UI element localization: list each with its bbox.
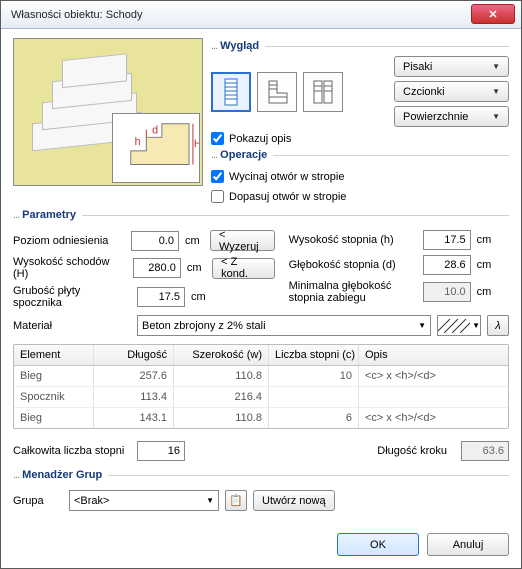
total-steps-input[interactable] bbox=[137, 441, 185, 461]
table-row[interactable]: Spocznik 113.4 216.4 bbox=[14, 387, 508, 408]
lambda-button[interactable]: λ bbox=[487, 315, 509, 336]
table-row[interactable]: Bieg 257.6 110.8 10 <c> x <h>/<d> bbox=[14, 366, 508, 387]
group-copy-button[interactable]: 📋 bbox=[225, 490, 247, 511]
landing-thickness-input[interactable] bbox=[137, 287, 185, 307]
group-combo[interactable]: <Brak>▼ bbox=[69, 490, 219, 511]
layout-straight-button[interactable] bbox=[211, 72, 251, 112]
section-group-manager: Menadżer Grup bbox=[22, 469, 102, 481]
material-label: Materiał bbox=[13, 320, 131, 332]
step-depth-label: Głębokość stopnia (d) bbox=[289, 259, 417, 271]
col-desc[interactable]: Opis bbox=[359, 345, 508, 365]
stairs-height-input[interactable] bbox=[133, 258, 181, 278]
chevron-down-icon: ▼ bbox=[492, 112, 500, 121]
winder-depth-input bbox=[423, 282, 471, 302]
chevron-down-icon: ▼ bbox=[492, 87, 500, 96]
col-length[interactable]: Długość bbox=[94, 345, 174, 365]
material-combo[interactable]: Beton zbrojony z 2% stali▼ bbox=[137, 315, 431, 336]
step-height-label: Wysokość stopnia (h) bbox=[289, 234, 417, 246]
section-operations: Operacje bbox=[220, 149, 267, 161]
landing-thickness-label: Grubość płyty spocznika bbox=[13, 285, 131, 309]
col-count[interactable]: Liczba stopni (c) bbox=[269, 345, 359, 365]
titlebar[interactable]: Własności obiektu: Schody ✕ bbox=[1, 1, 521, 29]
close-icon: ✕ bbox=[488, 8, 497, 21]
copy-icon: 📋 bbox=[229, 494, 243, 507]
group-label: Grupa bbox=[13, 495, 63, 507]
layout-l-button[interactable] bbox=[257, 72, 297, 112]
total-steps-label: Całkowita liczba stopni bbox=[13, 445, 131, 457]
fit-hole-check[interactable]: Dopasuj otwór w stropie bbox=[211, 190, 509, 203]
svg-text:h: h bbox=[135, 136, 141, 148]
dialog-content: H h d ...Wygląd bbox=[1, 29, 521, 568]
show-description-check[interactable]: Pokazuj opis bbox=[211, 132, 509, 145]
layout-u-button[interactable] bbox=[303, 72, 343, 112]
reset-button[interactable]: < Wyzeruj bbox=[210, 230, 275, 251]
cancel-button[interactable]: Anuluj bbox=[427, 533, 509, 556]
stride-length-label: Długość kroku bbox=[377, 445, 447, 457]
from-storey-button[interactable]: < Z kond. bbox=[212, 258, 275, 279]
step-depth-input[interactable] bbox=[423, 255, 471, 275]
surfaces-button[interactable]: Powierzchnie▼ bbox=[394, 106, 509, 127]
svg-text:H: H bbox=[194, 138, 199, 150]
reference-level-label: Poziom odniesienia bbox=[13, 235, 125, 247]
hatch-picker[interactable]: ▼ bbox=[437, 315, 481, 336]
chevron-down-icon: ▼ bbox=[472, 321, 480, 330]
stride-length-input bbox=[461, 441, 509, 461]
close-button[interactable]: ✕ bbox=[471, 4, 515, 24]
window-title: Własności obiektu: Schody bbox=[7, 9, 142, 21]
dialog-window: Własności obiektu: Schody ✕ bbox=[0, 0, 522, 569]
chevron-down-icon: ▼ bbox=[492, 62, 500, 71]
section-appearance: Wygląd bbox=[220, 40, 259, 52]
fonts-button[interactable]: Czcionki▼ bbox=[394, 81, 509, 102]
ok-button[interactable]: OK bbox=[337, 533, 419, 556]
table-row[interactable]: Bieg 143.1 110.8 6 <c> x <h>/<d> bbox=[14, 408, 508, 428]
chevron-down-icon: ▼ bbox=[206, 496, 214, 505]
section-parameters: Parametry bbox=[22, 209, 76, 221]
preview-detail-schema: H h d bbox=[112, 113, 200, 183]
stairs-height-label: Wysokość schodów (H) bbox=[13, 256, 127, 280]
cut-slab-check[interactable]: Wycinaj otwór w stropie bbox=[211, 170, 509, 183]
segments-table: Element Długość Szerokość (w) Liczba sto… bbox=[13, 344, 509, 429]
col-width[interactable]: Szerokość (w) bbox=[174, 345, 269, 365]
chevron-down-icon: ▼ bbox=[418, 321, 426, 330]
step-height-input[interactable] bbox=[423, 230, 471, 250]
group-new-button[interactable]: Utwórz nową bbox=[253, 490, 335, 511]
reference-level-input[interactable] bbox=[131, 231, 179, 251]
pens-button[interactable]: Pisaki▼ bbox=[394, 56, 509, 77]
col-element[interactable]: Element bbox=[14, 345, 94, 365]
preview-3d: H h d bbox=[13, 38, 203, 186]
svg-text:d: d bbox=[152, 124, 158, 136]
winder-depth-label: Minimalna głębokość stopnia zabiegu bbox=[289, 280, 417, 304]
